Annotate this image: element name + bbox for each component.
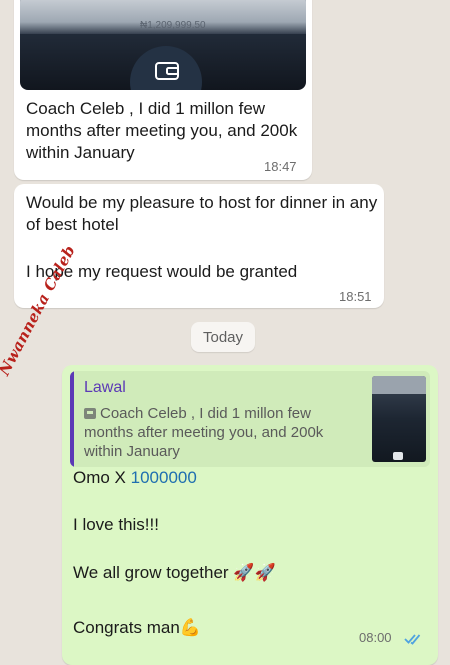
message-line: Congrats man💪 bbox=[73, 618, 201, 638]
message-time: 08:00 bbox=[359, 630, 392, 645]
phone-number-link[interactable]: 1000000 bbox=[131, 468, 197, 487]
thumbnail-wallet-icon bbox=[393, 452, 403, 460]
quoted-text-continued: months after meeting you, and 200k withi… bbox=[84, 424, 324, 460]
date-separator: Today bbox=[191, 322, 255, 352]
message-line: Omo X 1000000 bbox=[73, 468, 197, 488]
message-text: We all grow together bbox=[73, 563, 229, 582]
quoted-text: Coach Celeb , I did 1 millon few bbox=[100, 405, 311, 422]
wallet-icon bbox=[155, 62, 179, 80]
message-text: Would be my pleasure to host for dinner … bbox=[26, 193, 378, 234]
message-text: Omo X bbox=[73, 468, 131, 487]
message-text: Coach Celeb , I did 1 millon few months … bbox=[26, 99, 298, 162]
double-check-icon bbox=[404, 634, 421, 645]
incoming-message-bubble[interactable]: ₦1,209,999.50 Coach Celeb , I did 1 mill… bbox=[14, 0, 312, 180]
message-text: Congrats man bbox=[73, 618, 180, 637]
rocket-emoji: 🚀🚀 bbox=[233, 563, 276, 582]
quoted-message[interactable]: Lawal Coach Celeb , I did 1 millon few m… bbox=[70, 371, 430, 467]
message-time: 18:47 bbox=[264, 159, 297, 174]
quoted-thumbnail[interactable] bbox=[372, 376, 426, 462]
media-preview[interactable]: ₦1,209,999.50 bbox=[20, 0, 306, 90]
message-text: I hope my request would be granted bbox=[26, 262, 298, 281]
message-line: We all grow together 🚀🚀 bbox=[73, 563, 276, 583]
quoted-author: Lawal bbox=[84, 379, 126, 396]
thumbnail-top-band bbox=[372, 376, 426, 394]
flexed-biceps-emoji: 💪 bbox=[179, 618, 201, 637]
message-text: I love this!!! bbox=[73, 515, 159, 534]
message-time: 18:51 bbox=[339, 289, 372, 304]
media-amount: ₦1,209,999.50 bbox=[140, 20, 206, 31]
outgoing-message-bubble[interactable]: Lawal Coach Celeb , I did 1 millon few m… bbox=[62, 365, 438, 665]
quote-accent-bar bbox=[70, 371, 74, 467]
image-icon bbox=[84, 408, 96, 419]
